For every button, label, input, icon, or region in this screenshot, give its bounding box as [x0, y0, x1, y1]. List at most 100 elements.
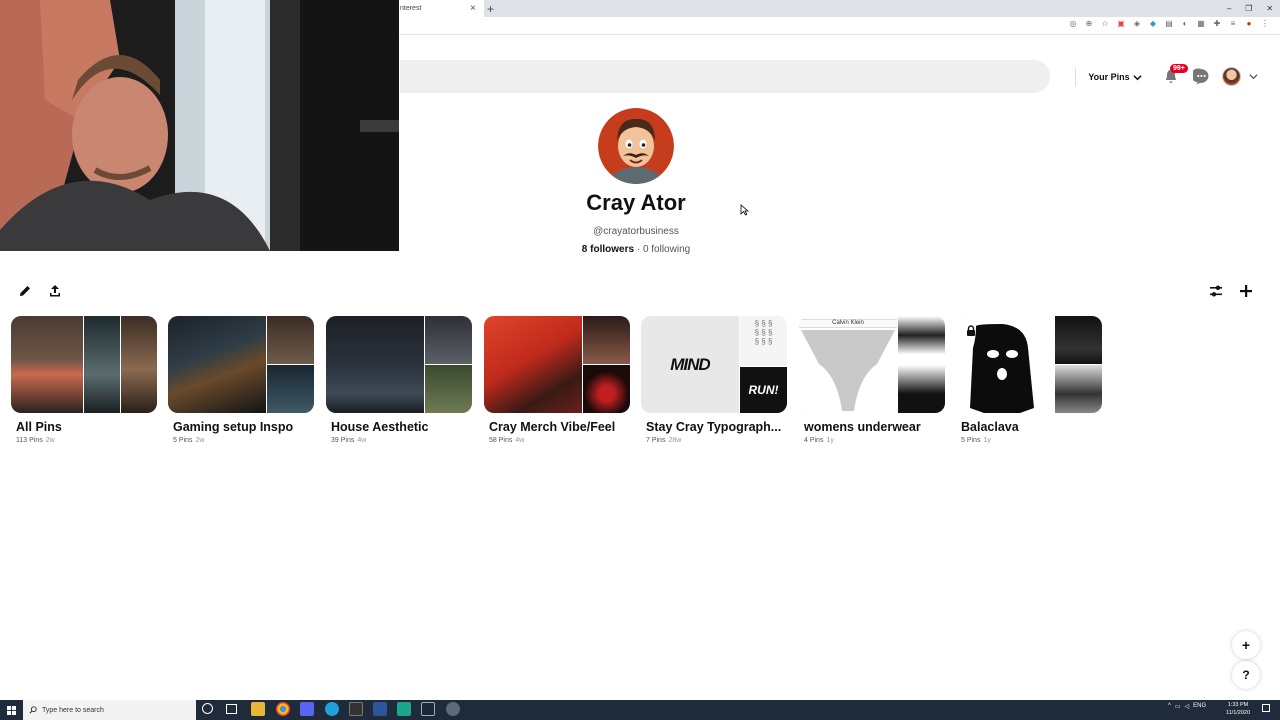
board-cover [484, 316, 630, 413]
floating-add-button[interactable]: + [1232, 631, 1260, 659]
lock-icon [967, 325, 975, 336]
board-meta: 7 Pins 28w [646, 437, 789, 444]
board-cover [168, 316, 314, 413]
board-card-gaming-setup[interactable]: Gaming setup Inspo 5 Pins 2w [168, 316, 316, 444]
discord-icon[interactable] [300, 702, 314, 716]
account-chevron-down-icon[interactable] [1249, 72, 1258, 81]
restore-button[interactable]: ❐ [1245, 4, 1252, 13]
menu-dots-icon[interactable]: ⋮ [1260, 19, 1270, 28]
file-explorer-icon[interactable] [251, 702, 265, 716]
pin-count: 58 Pins [489, 437, 513, 444]
extension-toolbar: ◎ ⊕ ☆ ▣ ◈ ◆ ▤ ◐ ▦ ✚ ≡ ● ⋮ [1068, 19, 1270, 28]
taskbar-search-input[interactable]: Type here to search [23, 700, 196, 720]
board-meta: 5 Pins 1y [961, 437, 1104, 444]
board-meta: 58 Pins 4w [489, 437, 632, 444]
app-icon[interactable] [325, 702, 339, 716]
search-input[interactable] [400, 60, 1050, 93]
board-age: 28w [668, 437, 682, 444]
profile-name: Cray Ator [586, 190, 686, 215]
board-age: 2w [45, 437, 55, 444]
extension-icon[interactable]: ◈ [1132, 19, 1142, 28]
board-title: House Aesthetic [331, 420, 429, 434]
task-view-icon[interactable] [226, 704, 237, 714]
profile-handle: @crayatorbusiness [593, 226, 679, 237]
location-icon[interactable]: ◎ [1068, 19, 1078, 28]
search-icon [29, 706, 37, 714]
follow-separator: · [634, 244, 643, 255]
extension-icon[interactable]: ▦ [1196, 19, 1206, 28]
word-icon[interactable] [373, 702, 387, 716]
tab-title: nterest [400, 5, 422, 12]
board-age: 4w [515, 437, 525, 444]
close-window-button[interactable]: ✕ [1266, 4, 1273, 13]
board-cover [11, 316, 157, 413]
run-cover-text: RUN! [748, 382, 779, 397]
pin-count: 7 Pins [646, 437, 666, 444]
profile-icon[interactable]: ● [1244, 19, 1254, 28]
messages-icon[interactable] [1193, 68, 1210, 85]
clock-date: 11/1/2020 [1225, 710, 1251, 716]
board-meta: 5 Pins 2w [173, 437, 316, 444]
extension-icon[interactable]: ▣ [1116, 19, 1126, 28]
board-card-cray-merch[interactable]: Cray Merch Vibe/Feel 58 Pins 4w [484, 316, 632, 444]
taskbar-clock[interactable]: 1:33 PM 11/1/2020 [1218, 701, 1258, 717]
extension-icon[interactable]: ◐ [1180, 19, 1190, 28]
board-meta: 4 Pins 1y [804, 437, 947, 444]
network-icon[interactable]: ▭ [1175, 703, 1181, 710]
share-upload-icon[interactable] [45, 281, 65, 301]
board-title: Gaming setup Inspo [173, 420, 294, 434]
taskbar-search-placeholder: Type here to search [42, 706, 104, 714]
follow-counts: 8 followers · 0 following [536, 244, 736, 255]
your-pins-label: Your Pins [1088, 72, 1130, 82]
board-card-all-pins[interactable]: All Pins 113 Pins 2w [11, 316, 159, 444]
minimize-button[interactable]: – [1227, 4, 1231, 13]
language-indicator[interactable]: ENG [1193, 703, 1206, 710]
tray-chevron-icon[interactable]: ^ [1168, 703, 1171, 710]
board-title: Balaclava [961, 420, 1019, 434]
your-pins-dropdown[interactable]: Your Pins [1082, 64, 1148, 90]
extension-icon[interactable]: ▤ [1164, 19, 1174, 28]
app-icon[interactable] [446, 702, 460, 716]
steam-icon[interactable] [421, 702, 435, 716]
board-age: 2w [195, 437, 205, 444]
followers-count[interactable]: 8 followers [582, 244, 634, 255]
edit-pencil-icon[interactable] [15, 281, 35, 301]
tab-close-icon[interactable]: × [470, 3, 476, 14]
board-title: womens underwear [804, 420, 921, 434]
header-avatar[interactable] [1222, 67, 1241, 86]
new-tab-button[interactable]: + [487, 2, 494, 16]
notification-center-icon[interactable] [1262, 704, 1270, 712]
app-icon[interactable] [349, 702, 363, 716]
zoom-icon[interactable]: ⊕ [1084, 19, 1094, 28]
notification-badge: 99+ [1170, 64, 1188, 73]
clock-time: 1:33 PM [1227, 702, 1249, 708]
board-card-house-aesthetic[interactable]: House Aesthetic 39 Pins 4w [326, 316, 474, 444]
cortana-icon[interactable] [202, 703, 213, 714]
create-plus-icon[interactable] [1236, 281, 1256, 301]
app-icon[interactable] [397, 702, 411, 716]
window-controls: – ❐ ✕ [1220, 0, 1280, 17]
bookmark-star-icon[interactable]: ☆ [1100, 19, 1110, 28]
pin-count: 4 Pins [804, 437, 824, 444]
puzzle-icon[interactable]: ✚ [1212, 19, 1222, 28]
filter-sliders-icon[interactable] [1206, 281, 1226, 301]
board-card-womens-underwear[interactable]: Calvin Klein womens underwear 4 Pins 1y [799, 316, 947, 444]
reading-list-icon[interactable]: ≡ [1228, 19, 1238, 28]
extension-icon[interactable]: ◆ [1148, 19, 1158, 28]
windows-start-icon[interactable] [0, 700, 22, 720]
pin-count: 39 Pins [331, 437, 355, 444]
board-title: All Pins [16, 420, 62, 434]
board-card-stay-cray-typography[interactable]: MIND § § § § § § § § § RUN! Stay Cray Typo… [641, 316, 789, 444]
help-button[interactable]: ? [1232, 661, 1260, 689]
following-count[interactable]: 0 following [643, 244, 690, 255]
mind-cover-text: MIND [670, 354, 710, 374]
board-meta: 39 Pins 4w [331, 437, 474, 444]
board-age: 1y [826, 437, 834, 444]
board-age: 1y [983, 437, 991, 444]
volume-icon[interactable]: ◁ [1185, 703, 1190, 710]
board-cover: Calvin Klein [799, 316, 945, 413]
profile-avatar[interactable] [598, 108, 674, 184]
chrome-icon[interactable] [276, 702, 290, 716]
board-title: Stay Cray Typograph... [646, 420, 782, 434]
board-card-balaclava[interactable]: Balaclava 5 Pins 1y [956, 316, 1104, 444]
